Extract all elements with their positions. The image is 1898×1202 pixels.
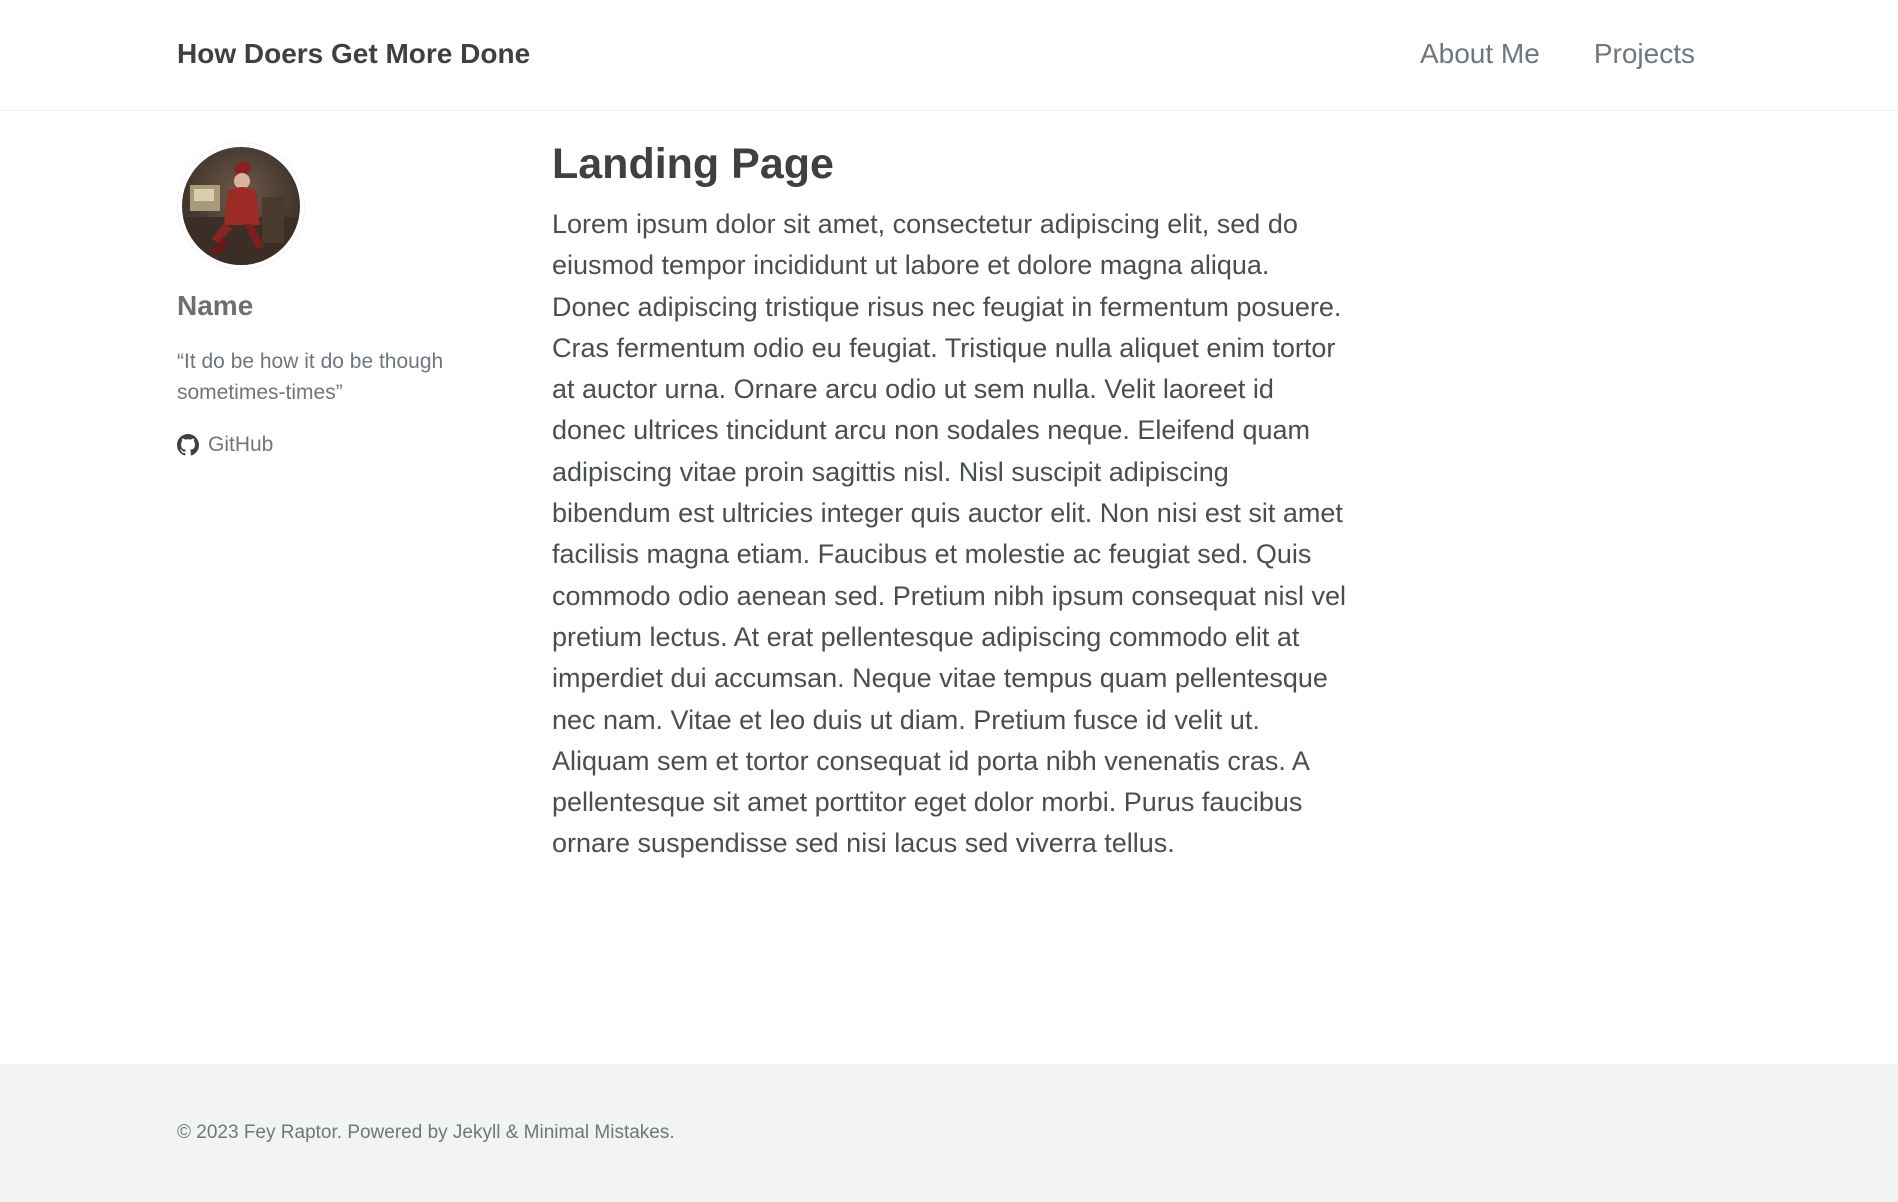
author-name: Name bbox=[177, 290, 254, 321]
github-link-label: GitHub bbox=[208, 433, 274, 456]
masthead: How Doers Get More Done About Me Project… bbox=[0, 0, 1898, 111]
nav-link-projects[interactable]: Projects bbox=[1594, 38, 1695, 70]
footer-copyright: © 2023 Fey Raptor. Powered by Jekyll & M… bbox=[177, 1122, 675, 1143]
page-title: Landing Page bbox=[552, 140, 834, 188]
jester-portrait-avatar bbox=[182, 147, 300, 265]
page-footer: © 2023 Fey Raptor. Powered by Jekyll & M… bbox=[0, 1064, 1898, 1202]
author-sidebar: Name “It do be how it do be though somet… bbox=[177, 142, 507, 457]
main-content: Landing Page Lorem ipsum dolor sit amet,… bbox=[552, 134, 1352, 865]
avatar bbox=[177, 142, 305, 270]
author-bio: “It do be how it do be though sometimes-… bbox=[177, 350, 444, 404]
github-icon bbox=[177, 434, 199, 456]
nav-link-about-me[interactable]: About Me bbox=[1420, 38, 1540, 70]
page-body-text: Lorem ipsum dolor sit amet, consectetur … bbox=[552, 209, 1346, 859]
top-nav: About Me Projects bbox=[1420, 38, 1695, 70]
github-link[interactable]: GitHub bbox=[177, 433, 507, 457]
site-title-link[interactable]: How Doers Get More Done bbox=[177, 38, 530, 70]
